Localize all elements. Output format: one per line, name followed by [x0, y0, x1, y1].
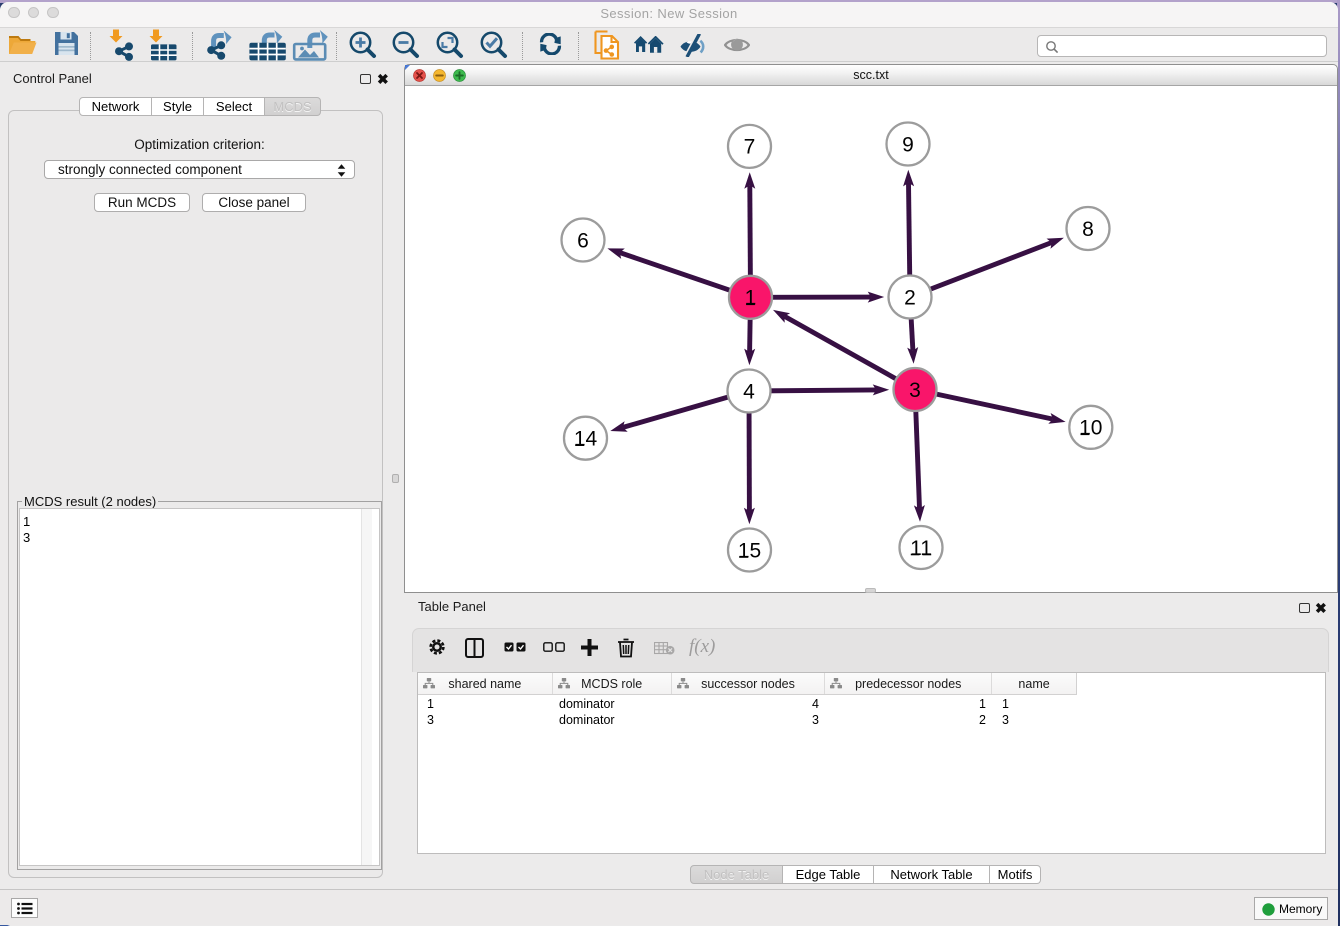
svg-text:14: 14 [574, 428, 598, 451]
svg-text:10: 10 [1079, 417, 1102, 440]
svg-text:8: 8 [1082, 218, 1094, 241]
svg-text:9: 9 [902, 133, 914, 156]
svg-text:1: 1 [745, 287, 757, 310]
svg-text:7: 7 [744, 136, 756, 159]
svg-text:6: 6 [577, 229, 589, 252]
svg-text:2: 2 [904, 286, 916, 309]
svg-text:4: 4 [743, 380, 755, 403]
svg-text:3: 3 [909, 379, 921, 402]
svg-text:15: 15 [738, 539, 761, 562]
svg-text:11: 11 [910, 537, 932, 560]
